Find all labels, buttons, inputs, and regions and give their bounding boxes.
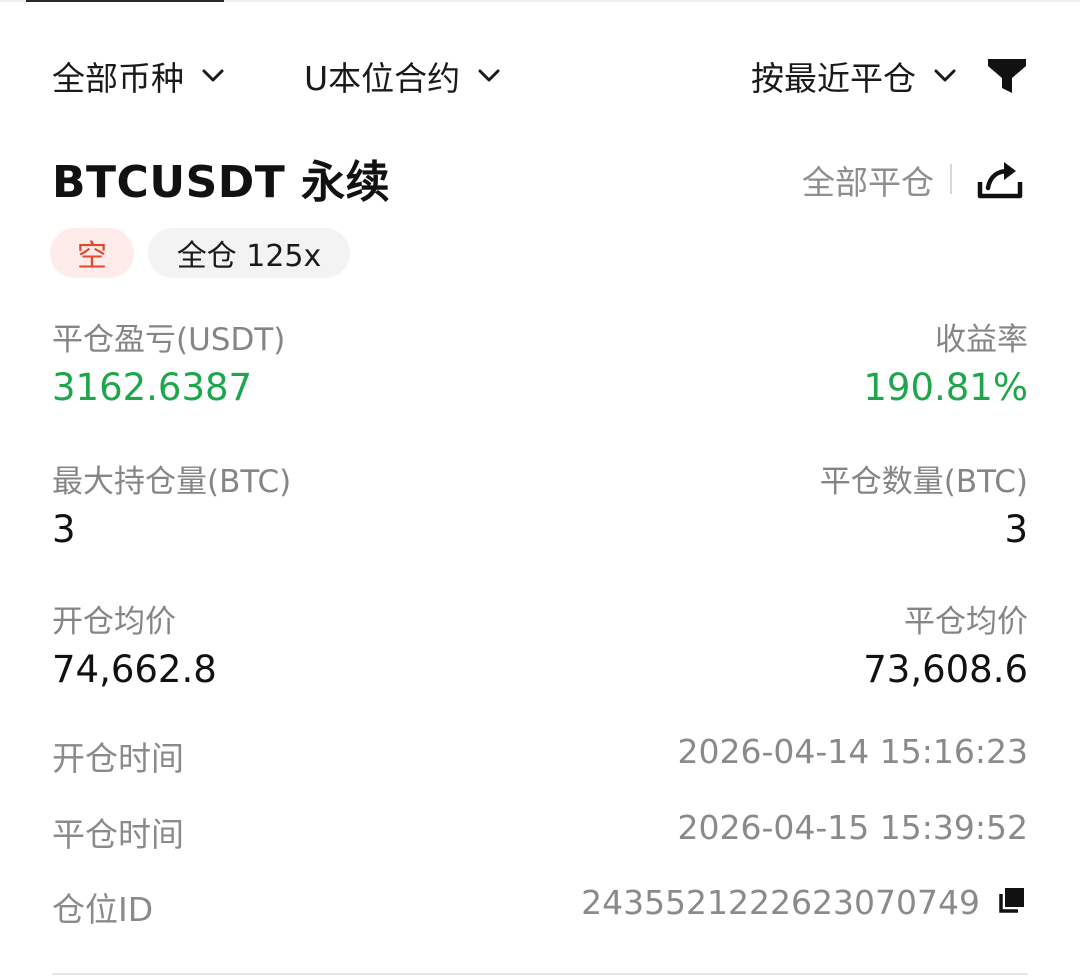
chevron-down-icon: [202, 69, 224, 82]
chevron-down-icon: [934, 69, 956, 82]
pnl-label: 平仓盈亏(USDT): [52, 322, 286, 358]
open-time-label: 开仓时间: [52, 739, 184, 778]
share-icon[interactable]: [976, 156, 1024, 202]
close-avg-price-label: 平仓均价: [904, 604, 1028, 640]
closed-qty-label: 平仓数量(BTC): [819, 464, 1028, 500]
contract-filter-dropdown[interactable]: U本位合约: [304, 48, 502, 104]
coin-filter-dropdown[interactable]: 全部币种: [52, 48, 226, 104]
open-time-value: 2026-04-14 15:16:23: [677, 732, 1028, 771]
position-symbol: BTCUSDT 永续: [52, 157, 391, 208]
side-badge-short: 空: [50, 228, 134, 278]
open-avg-price-value: 74,662.8: [52, 648, 217, 691]
margin-leverage-badge: 全仓 125x: [148, 228, 350, 278]
sort-label: 按最近平仓: [751, 59, 916, 98]
funnel-icon[interactable]: [986, 56, 1028, 96]
tab-indicator: [26, 0, 224, 2]
coin-filter-label: 全部币种: [52, 59, 184, 98]
max-position-label: 最大持仓量(BTC): [52, 464, 292, 500]
close-all-button[interactable]: 全部平仓: [802, 156, 934, 204]
roi-value: 190.81%: [863, 366, 1028, 409]
copy-icon[interactable]: [996, 886, 1026, 916]
pnl-value: 3162.6387: [52, 366, 253, 409]
header-divider: [950, 164, 952, 194]
close-time-label: 平仓时间: [52, 815, 184, 854]
close-time-value: 2026-04-15 15:39:52: [677, 808, 1028, 847]
chevron-down-icon: [478, 69, 500, 82]
filter-bar: 全部币种 U本位合约 按最近平仓: [52, 48, 1028, 104]
close-avg-price-value: 73,608.6: [863, 648, 1028, 691]
contract-filter-label: U本位合约: [304, 59, 461, 98]
position-id-value: 2435521222623070749: [581, 883, 980, 922]
roi-label: 收益率: [935, 322, 1028, 358]
open-avg-price-label: 开仓均价: [52, 604, 176, 640]
max-position-value: 3: [52, 508, 76, 551]
bottom-divider: [52, 973, 1028, 975]
closed-qty-value: 3: [1004, 508, 1028, 551]
position-id-label: 仓位ID: [52, 890, 154, 929]
sort-dropdown[interactable]: 按最近平仓: [751, 48, 958, 104]
